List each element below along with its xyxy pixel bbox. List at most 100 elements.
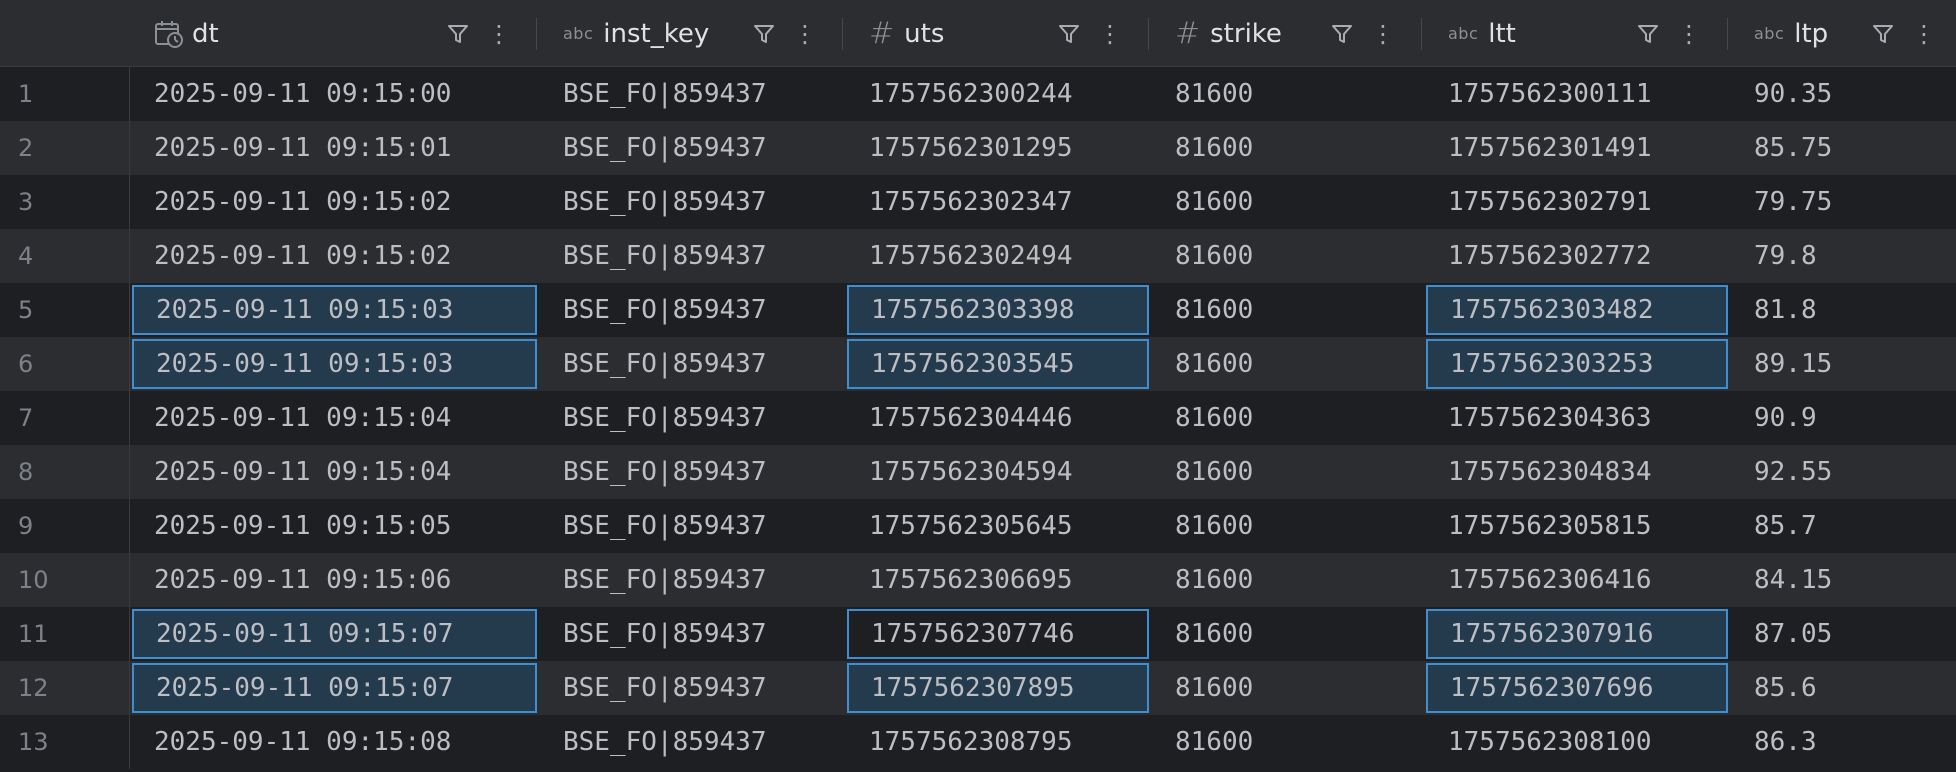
cell-uts[interactable]: 1757562305645 [845, 499, 1151, 553]
column-header-strike[interactable]: # strike [1175, 0, 1282, 67]
cell-ltp[interactable]: 92.55 [1730, 445, 1956, 499]
cell-dt[interactable]: 2025-09-11 09:15:04 [130, 445, 539, 499]
cell-strike[interactable]: 81600 [1151, 229, 1424, 283]
cell-dt[interactable]: 2025-09-11 09:15:03 [132, 339, 537, 389]
cell-inst-key[interactable]: BSE_FO|859437 [539, 337, 845, 391]
cell-dt[interactable]: 2025-09-11 09:15:07 [132, 609, 537, 659]
column-header-uts[interactable]: # uts [869, 0, 944, 67]
cell-ltp[interactable]: 89.15 [1730, 337, 1956, 391]
cell-uts[interactable]: 1757562304446 [845, 391, 1151, 445]
cell-ltp[interactable]: 85.75 [1730, 121, 1956, 175]
column-header-ltt[interactable]: abc ltt [1448, 0, 1516, 67]
cell-ltt[interactable]: 1757562307916 [1426, 609, 1728, 659]
row-number[interactable]: 9 [0, 499, 130, 553]
cell-uts[interactable]: 1757562303545 [847, 339, 1149, 389]
cell-dt[interactable]: 2025-09-11 09:15:01 [130, 121, 539, 175]
cell-inst-key[interactable]: BSE_FO|859437 [539, 445, 845, 499]
cell-ltt[interactable]: 1757562306416 [1424, 553, 1730, 607]
row-number[interactable]: 13 [0, 715, 130, 769]
cell-strike[interactable]: 81600 [1151, 67, 1424, 121]
cell-ltt[interactable]: 1757562303253 [1426, 339, 1728, 389]
cell-ltt[interactable]: 1757562303482 [1426, 285, 1728, 335]
cell-dt[interactable]: 2025-09-11 09:15:05 [130, 499, 539, 553]
cell-uts[interactable]: 1757562307746 [847, 609, 1149, 659]
table-row[interactable]: 8 2025-09-11 09:15:04 BSE_FO|859437 1757562… [0, 445, 1956, 499]
column-divider[interactable] [1421, 18, 1422, 50]
row-number[interactable]: 12 [0, 661, 130, 715]
cell-uts[interactable]: 1757562307895 [847, 663, 1149, 713]
row-number[interactable]: 7 [0, 391, 130, 445]
row-number[interactable]: 1 [0, 67, 130, 121]
row-number[interactable]: 2 [0, 121, 130, 175]
cell-uts[interactable]: 1757562302494 [845, 229, 1151, 283]
cell-ltt[interactable]: 1757562302772 [1424, 229, 1730, 283]
table-row[interactable]: 1 2025-09-11 09:15:00 BSE_FO|859437 1757562… [0, 67, 1956, 121]
table-row[interactable]: 9 2025-09-11 09:15:05 BSE_FO|859437 1757562… [0, 499, 1956, 553]
cell-ltp[interactable]: 85.6 [1730, 661, 1956, 715]
more-options-icon[interactable]: ⋮ [1098, 22, 1122, 46]
cell-inst-key[interactable]: BSE_FO|859437 [539, 715, 845, 769]
cell-inst-key[interactable]: BSE_FO|859437 [539, 229, 845, 283]
cell-dt[interactable]: 2025-09-11 09:15:07 [132, 663, 537, 713]
cell-inst-key[interactable]: BSE_FO|859437 [539, 67, 845, 121]
filter-icon[interactable] [753, 23, 775, 45]
filter-icon[interactable] [1637, 23, 1659, 45]
cell-strike[interactable]: 81600 [1151, 607, 1424, 661]
cell-ltp[interactable]: 81.8 [1730, 283, 1956, 337]
cell-dt[interactable]: 2025-09-11 09:15:08 [130, 715, 539, 769]
table-row[interactable]: 3 2025-09-11 09:15:02 BSE_FO|859437 1757562… [0, 175, 1956, 229]
cell-dt[interactable]: 2025-09-11 09:15:02 [130, 229, 539, 283]
filter-icon[interactable] [1331, 23, 1353, 45]
cell-inst-key[interactable]: BSE_FO|859437 [539, 499, 845, 553]
cell-strike[interactable]: 81600 [1151, 175, 1424, 229]
cell-strike[interactable]: 81600 [1151, 121, 1424, 175]
cell-ltt[interactable]: 1757562308100 [1424, 715, 1730, 769]
cell-ltp[interactable]: 87.05 [1730, 607, 1956, 661]
cell-ltp[interactable]: 84.15 [1730, 553, 1956, 607]
cell-ltp[interactable]: 90.9 [1730, 391, 1956, 445]
cell-strike[interactable]: 81600 [1151, 553, 1424, 607]
cell-uts[interactable]: 1757562302347 [845, 175, 1151, 229]
cell-strike[interactable]: 81600 [1151, 337, 1424, 391]
cell-uts[interactable]: 1757562301295 [845, 121, 1151, 175]
cell-uts[interactable]: 1757562306695 [845, 553, 1151, 607]
table-row[interactable]: 13 2025-09-11 09:15:08 BSE_FO|859437 175756… [0, 715, 1956, 769]
cell-ltt[interactable]: 1757562304834 [1424, 445, 1730, 499]
row-number[interactable]: 3 [0, 175, 130, 229]
filter-icon[interactable] [447, 23, 469, 45]
more-options-icon[interactable]: ⋮ [1371, 22, 1395, 46]
cell-strike[interactable]: 81600 [1151, 283, 1424, 337]
row-number[interactable]: 8 [0, 445, 130, 499]
column-header-dt[interactable]: dt [154, 0, 219, 67]
cell-ltp[interactable]: 90.35 [1730, 67, 1956, 121]
cell-inst-key[interactable]: BSE_FO|859437 [539, 175, 845, 229]
cell-ltt[interactable]: 1757562304363 [1424, 391, 1730, 445]
cell-ltt[interactable]: 1757562302791 [1424, 175, 1730, 229]
row-number[interactable]: 5 [0, 283, 130, 337]
table-row[interactable]: 11 2025-09-11 09:15:07 BSE_FO|859437 175756… [0, 607, 1956, 661]
cell-uts[interactable]: 1757562300244 [845, 67, 1151, 121]
column-divider[interactable] [1148, 18, 1149, 50]
cell-ltt[interactable]: 1757562301491 [1424, 121, 1730, 175]
cell-uts[interactable]: 1757562303398 [847, 285, 1149, 335]
cell-strike[interactable]: 81600 [1151, 715, 1424, 769]
cell-ltp[interactable]: 79.8 [1730, 229, 1956, 283]
cell-inst-key[interactable]: BSE_FO|859437 [539, 391, 845, 445]
cell-ltt[interactable]: 1757562300111 [1424, 67, 1730, 121]
more-options-icon[interactable]: ⋮ [1677, 22, 1701, 46]
cell-dt[interactable]: 2025-09-11 09:15:03 [132, 285, 537, 335]
cell-ltt[interactable]: 1757562305815 [1424, 499, 1730, 553]
column-header-ltp[interactable]: abc ltp [1754, 0, 1828, 67]
cell-strike[interactable]: 81600 [1151, 499, 1424, 553]
table-row[interactable]: 7 2025-09-11 09:15:04 BSE_FO|859437 1757562… [0, 391, 1956, 445]
filter-icon[interactable] [1872, 23, 1894, 45]
cell-strike[interactable]: 81600 [1151, 391, 1424, 445]
cell-inst-key[interactable]: BSE_FO|859437 [539, 607, 845, 661]
cell-inst-key[interactable]: BSE_FO|859437 [539, 121, 845, 175]
cell-uts[interactable]: 1757562308795 [845, 715, 1151, 769]
cell-inst-key[interactable]: BSE_FO|859437 [539, 661, 845, 715]
more-options-icon[interactable]: ⋮ [1912, 22, 1936, 46]
row-number[interactable]: 4 [0, 229, 130, 283]
cell-strike[interactable]: 81600 [1151, 445, 1424, 499]
cell-ltp[interactable]: 86.3 [1730, 715, 1956, 769]
